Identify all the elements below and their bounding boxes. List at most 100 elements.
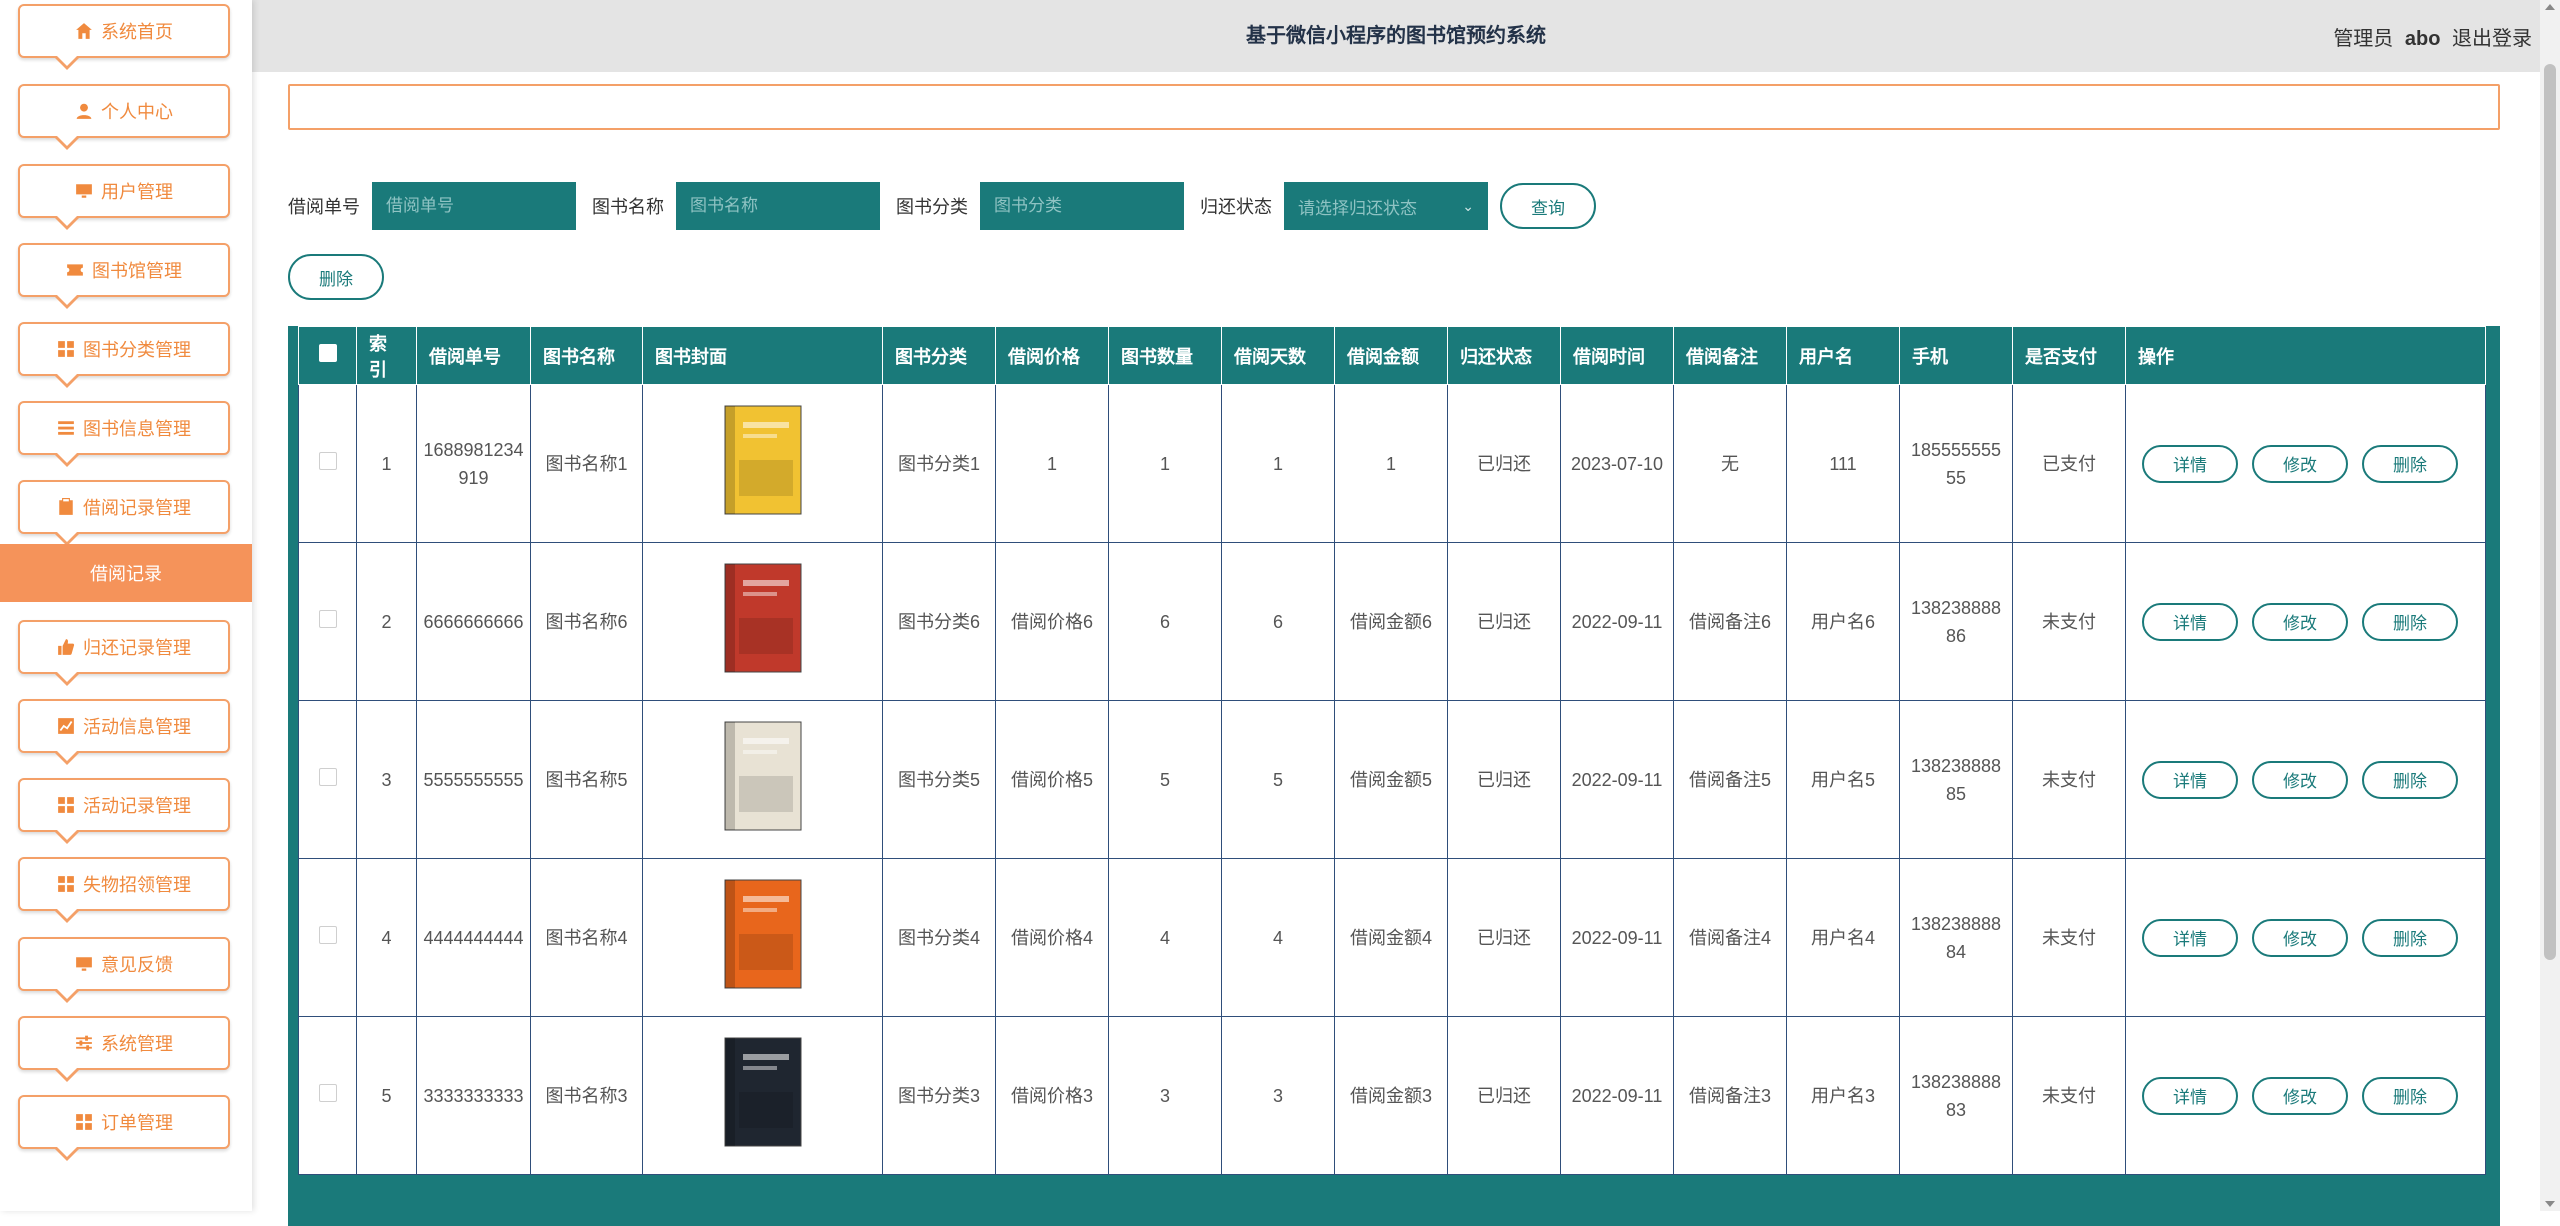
menu-item-label: 活动记录管理: [83, 796, 191, 816]
delete-button[interactable]: 删除: [2362, 1076, 2458, 1115]
col-header: 借阅价格: [995, 326, 1109, 385]
col-header: 借阅单号: [416, 326, 531, 385]
detail-button[interactable]: 详情: [2142, 918, 2238, 957]
batch-delete-button[interactable]: 删除: [288, 254, 384, 300]
col-header: 用户名: [1786, 326, 1900, 385]
menu-item-profile[interactable]: 个人中心: [18, 84, 230, 150]
row-checkbox[interactable]: [318, 925, 337, 944]
cell-price: 借阅价格5: [995, 700, 1109, 859]
row-actions: 详情 修改 删除: [2132, 602, 2479, 641]
col-header: 图书名称: [530, 326, 643, 385]
menu-item-borrow[interactable]: 借阅记录管理: [18, 480, 230, 546]
menu-item-system[interactable]: 系统管理: [18, 1016, 230, 1082]
cell-time: 2023-07-10: [1560, 384, 1674, 543]
row-select-cell[interactable]: [298, 1016, 357, 1175]
delete-button[interactable]: 删除: [2362, 760, 2458, 799]
menu-item-return[interactable]: 归还记录管理: [18, 620, 230, 686]
query-button[interactable]: 查询: [1500, 183, 1596, 229]
menu-item-label: 失物招领管理: [83, 875, 191, 895]
cell-no: 1688981234919: [416, 384, 531, 543]
submenu-label: 借阅记录: [90, 564, 162, 584]
logout-link[interactable]: 退出登录: [2452, 28, 2532, 50]
book-cover-cell: [642, 1016, 883, 1175]
borrow-no-input[interactable]: [372, 182, 576, 230]
scroll-down-icon[interactable]: [2545, 1201, 2555, 1207]
row-select-cell[interactable]: [298, 384, 357, 543]
detail-button[interactable]: 详情: [2142, 760, 2238, 799]
scroll-thumb[interactable]: [2544, 64, 2556, 960]
cell-price: 借阅价格6: [995, 542, 1109, 701]
user-role: 管理员: [2333, 28, 2394, 50]
col-header: 借阅金额: [1334, 326, 1448, 385]
row-actions-cell: 详情 修改 删除: [2125, 700, 2486, 859]
menu-item-library[interactable]: 图书馆管理: [18, 243, 230, 309]
delete-button[interactable]: 删除: [2362, 918, 2458, 957]
cell-qty: 5: [1108, 700, 1222, 859]
cell-user: 111: [1786, 384, 1900, 543]
submenu-borrow-record[interactable]: 借阅记录: [0, 544, 252, 602]
cell-name: 图书名称5: [530, 700, 643, 859]
cell-days: 3: [1221, 1016, 1335, 1175]
detail-button[interactable]: 详情: [2142, 1076, 2238, 1115]
edit-button[interactable]: 修改: [2252, 1076, 2348, 1115]
col-header: 借阅天数: [1221, 326, 1335, 385]
row-select-cell[interactable]: [298, 542, 357, 701]
borrow-no-label: 借阅单号: [288, 197, 360, 217]
cell-no: 5555555555: [416, 700, 531, 859]
status-select[interactable]: 请选择归还状态 ⌄: [1284, 182, 1488, 230]
cell-status: 已归还: [1447, 858, 1561, 1017]
ticket-icon: [66, 261, 84, 279]
row-select-cell[interactable]: [298, 858, 357, 1017]
row-select-cell[interactable]: [298, 700, 357, 859]
menu-item-book-info[interactable]: 图书信息管理: [18, 401, 230, 467]
thumb-icon: [57, 638, 75, 656]
cell-days: 6: [1221, 542, 1335, 701]
notice-bar: [288, 84, 2500, 130]
cell-price: 借阅价格3: [995, 1016, 1109, 1175]
book-name-input[interactable]: [676, 182, 880, 230]
category-input[interactable]: [980, 182, 1184, 230]
cell-qty: 1: [1108, 384, 1222, 543]
cell-paid: 未支付: [2012, 1016, 2126, 1175]
page-scrollbar[interactable]: [2540, 0, 2560, 1211]
select-all-cell[interactable]: [298, 326, 357, 385]
row-checkbox[interactable]: [318, 451, 337, 470]
row-checkbox[interactable]: [318, 767, 337, 786]
menu-item-activity-record[interactable]: 活动记录管理: [18, 778, 230, 844]
detail-button[interactable]: 详情: [2142, 602, 2238, 641]
cell-amount: 借阅金额5: [1334, 700, 1448, 859]
menu-item-lost-found[interactable]: 失物招领管理: [18, 857, 230, 923]
book-cover-image: [703, 1032, 823, 1152]
select-all-checkbox[interactable]: [318, 344, 337, 362]
menu-item-users[interactable]: 用户管理: [18, 164, 230, 230]
cell-time: 2022-09-11: [1560, 858, 1674, 1017]
cell-status: 已归还: [1447, 542, 1561, 701]
menu-item-label: 图书信息管理: [83, 419, 191, 439]
cell-note: 无: [1673, 384, 1787, 543]
row-checkbox[interactable]: [318, 1083, 337, 1102]
cell-category: 图书分类6: [882, 542, 996, 701]
col-header: 操作: [2125, 326, 2486, 385]
row-actions-cell: 详情 修改 删除: [2125, 542, 2486, 701]
menu-item-home[interactable]: 系统首页: [18, 4, 230, 70]
menu-item-book-category[interactable]: 图书分类管理: [18, 322, 230, 388]
menu-item-orders[interactable]: 订单管理: [18, 1095, 230, 1161]
menu-item-activity-info[interactable]: 活动信息管理: [18, 699, 230, 765]
grid-icon: [75, 1113, 93, 1131]
menu-item-feedback[interactable]: 意见反馈: [18, 937, 230, 1003]
edit-button[interactable]: 修改: [2252, 760, 2348, 799]
cell-status: 已归还: [1447, 700, 1561, 859]
delete-button[interactable]: 删除: [2362, 602, 2458, 641]
delete-button[interactable]: 删除: [2362, 444, 2458, 483]
edit-button[interactable]: 修改: [2252, 918, 2348, 957]
edit-button[interactable]: 修改: [2252, 602, 2348, 641]
menu-item-label: 系统管理: [101, 1034, 173, 1054]
cell-phone: 13823888883: [1899, 1016, 2013, 1175]
detail-button[interactable]: 详情: [2142, 444, 2238, 483]
col-header: 索引: [356, 326, 417, 385]
edit-button[interactable]: 修改: [2252, 444, 2348, 483]
borrow-table: 索引 借阅单号 图书名称 图书封面 图书分类 借阅价格 图书数量 借阅天数 借阅…: [288, 326, 2500, 1226]
scroll-up-icon[interactable]: [2545, 4, 2555, 10]
row-checkbox[interactable]: [318, 609, 337, 628]
cell-phone: 13823888884: [1899, 858, 2013, 1017]
